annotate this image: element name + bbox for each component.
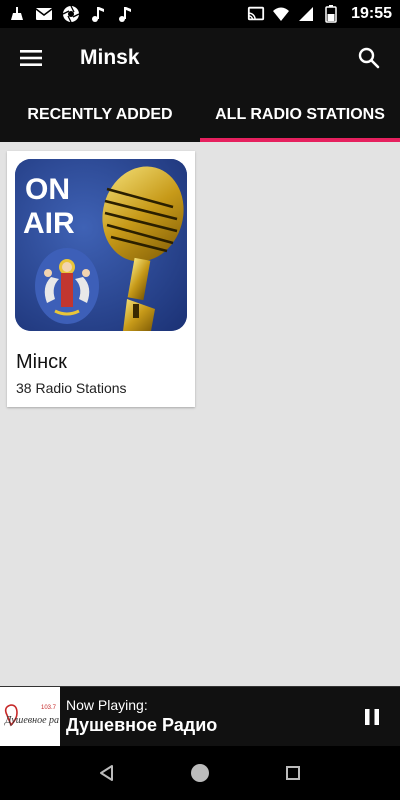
search-icon (358, 47, 380, 69)
station-logo: Душевное радио 103.7 (0, 686, 60, 747)
menu-button[interactable] (0, 28, 62, 88)
now-playing-bar[interactable]: Душевное радио 103.7 Now Playing: Душевн… (0, 686, 400, 747)
now-playing-title: Душевное Радио (66, 715, 218, 735)
tab-recently-added[interactable]: RECENTLY ADDED (0, 88, 200, 142)
home-button[interactable] (180, 753, 220, 793)
station-artwork: ON AIR (15, 159, 187, 331)
battery-icon (322, 5, 340, 23)
on-air-text: ON (25, 173, 70, 206)
system-icons: 19:55 (247, 5, 392, 23)
app-bar: Minsk (0, 28, 400, 88)
back-button[interactable] (87, 753, 127, 793)
recents-square-icon (286, 766, 301, 780)
home-circle-icon (190, 764, 209, 782)
station-card[interactable]: ON AIR Мінск 38 Radio Stations (7, 151, 195, 407)
music-note-icon (89, 5, 107, 23)
on-air-text: AIR (23, 207, 75, 240)
station-card-count: 38 Radio Stations (16, 380, 127, 396)
station-logo-freq: 103.7 (41, 705, 57, 711)
station-grid: ON AIR Мінск 38 Radio Stations (0, 142, 400, 682)
search-button[interactable] (338, 28, 400, 88)
pause-button[interactable] (344, 687, 400, 747)
hamburger-menu-icon (20, 50, 42, 66)
wifi-icon (272, 5, 290, 23)
cast-icon (247, 5, 265, 23)
tab-all-radio-stations[interactable]: ALL RADIO STATIONS (200, 88, 400, 142)
sim-signal-icon (297, 5, 315, 23)
now-playing-label: Now Playing: (66, 697, 148, 713)
pause-icon (365, 708, 379, 725)
notification-icons (8, 5, 134, 23)
station-card-title: Мінск (16, 351, 67, 373)
clock: 19:55 (351, 5, 392, 22)
music-note-icon (116, 5, 134, 23)
back-triangle-icon (99, 765, 113, 781)
page-title: Minsk (80, 46, 140, 69)
recents-button[interactable] (273, 753, 313, 793)
status-bar: 19:55 (0, 0, 400, 28)
station-logo-text: Душевное радио (4, 715, 59, 726)
aperture-icon (62, 5, 80, 23)
cleaner-icon (8, 5, 26, 23)
coat-of-arms-icon (35, 248, 99, 324)
mail-icon (35, 5, 53, 23)
now-playing-text: Now Playing: Душевное Радио (66, 697, 217, 736)
tab-bar: RECENTLY ADDED ALL RADIO STATIONS (0, 88, 400, 142)
system-nav-bar (0, 746, 400, 800)
